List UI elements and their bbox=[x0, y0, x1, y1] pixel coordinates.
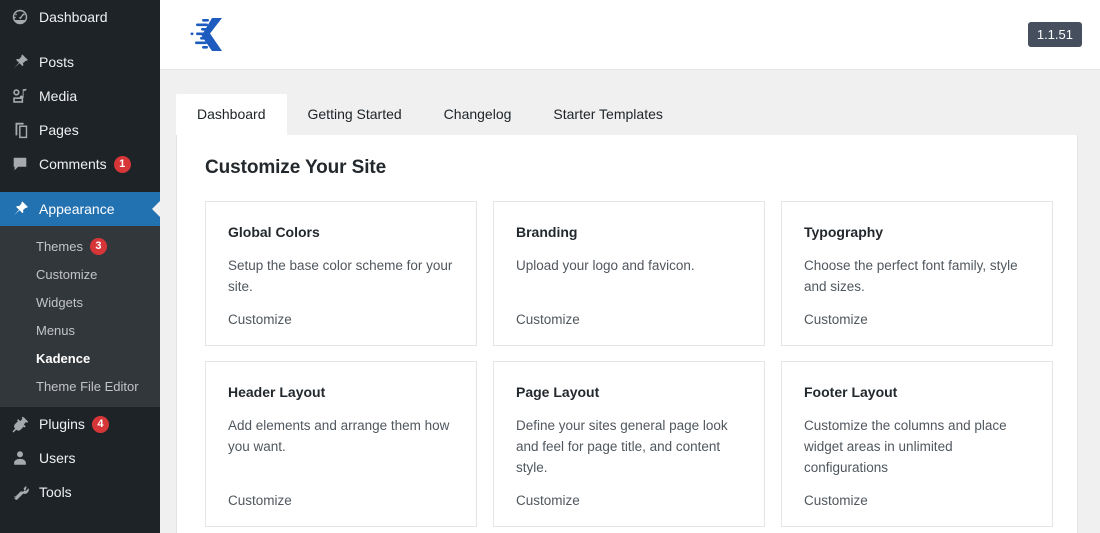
sidebar-divider bbox=[0, 181, 160, 192]
card-page-layout: Page Layout Define your sites general pa… bbox=[493, 360, 765, 527]
card-customize-link[interactable]: Customize bbox=[516, 312, 580, 327]
admin-sidebar: Dashboard Posts Media Pages Comments 1 A… bbox=[0, 0, 160, 533]
card-description: Upload your logo and favicon. bbox=[516, 258, 695, 273]
card-description: Setup the base color scheme for your sit… bbox=[228, 258, 453, 294]
submenu-item-themes[interactable]: Themes 3 bbox=[0, 232, 160, 260]
themes-count-badge: 3 bbox=[89, 237, 107, 255]
pin-icon bbox=[10, 52, 30, 72]
plugins-count-badge: 4 bbox=[91, 415, 109, 433]
submenu-item-label: Theme File Editor bbox=[36, 378, 139, 394]
submenu-item-label: Kadence bbox=[36, 350, 91, 366]
card-title: Global Colors bbox=[228, 224, 320, 240]
comment-icon bbox=[10, 154, 30, 174]
card-customize-link[interactable]: Customize bbox=[228, 312, 292, 327]
card-footer-layout: Footer Layout Customize the columns and … bbox=[781, 360, 1053, 527]
card-title: Header Layout bbox=[228, 383, 326, 400]
version-badge: 1.1.51 bbox=[1027, 22, 1082, 47]
sidebar-item-label: Users bbox=[39, 450, 76, 466]
sidebar-item-plugins[interactable]: Plugins 4 bbox=[0, 407, 160, 441]
comments-count-badge: 1 bbox=[113, 155, 131, 173]
sidebar-item-appearance[interactable]: Appearance bbox=[0, 192, 160, 226]
appearance-icon bbox=[10, 199, 30, 219]
sidebar-divider bbox=[0, 34, 160, 45]
card-description: Choose the perfect font family, style an… bbox=[804, 258, 1018, 294]
card-global-colors: Global Colors Setup the base color schem… bbox=[205, 201, 477, 346]
submenu-item-theme-file-editor[interactable]: Theme File Editor bbox=[0, 372, 160, 400]
users-icon bbox=[10, 448, 30, 468]
page-title: Customize Your Site bbox=[205, 157, 387, 178]
sidebar-item-label: Dashboard bbox=[39, 9, 108, 25]
kadence-header: 1.1.51 bbox=[160, 0, 1100, 70]
submenu-item-label: Themes bbox=[36, 238, 83, 254]
card-customize-link[interactable]: Customize bbox=[516, 493, 580, 508]
admin-screen: Dashboard Posts Media Pages Comments 1 A… bbox=[0, 0, 1100, 533]
sidebar-item-label: Pages bbox=[39, 122, 79, 138]
tab-dashboard[interactable]: Dashboard bbox=[176, 94, 287, 135]
sidebar-item-label: Plugins bbox=[39, 416, 85, 432]
submenu-item-widgets[interactable]: Widgets bbox=[0, 288, 160, 316]
card-description: Define your sites general page look and … bbox=[516, 417, 728, 475]
submenu-item-label: Widgets bbox=[36, 294, 83, 310]
submenu-item-label: Customize bbox=[36, 266, 98, 282]
card-customize-link[interactable]: Customize bbox=[804, 312, 868, 327]
card-typography: Typography Choose the perfect font famil… bbox=[781, 201, 1053, 346]
dashboard-icon bbox=[10, 7, 30, 27]
tools-icon bbox=[10, 482, 30, 502]
sidebar-item-tools[interactable]: Tools bbox=[0, 475, 160, 509]
tab-starter-templates[interactable]: Starter Templates bbox=[532, 94, 683, 135]
sidebar-item-dashboard[interactable]: Dashboard bbox=[0, 0, 160, 34]
sidebar-item-label: Comments bbox=[39, 156, 107, 172]
card-description: Add elements and arrange them how you wa… bbox=[228, 417, 450, 454]
sidebar-item-pages[interactable]: Pages bbox=[0, 113, 160, 147]
kadence-logo-icon bbox=[188, 14, 234, 56]
submenu-item-label: Menus bbox=[36, 322, 76, 338]
media-icon bbox=[10, 86, 30, 106]
sidebar-item-label: Media bbox=[39, 88, 78, 104]
tab-changelog[interactable]: Changelog bbox=[423, 94, 533, 135]
card-title: Page Layout bbox=[516, 383, 600, 400]
card-branding: Branding Upload your logo and favicon. C… bbox=[493, 201, 765, 346]
card-customize-link[interactable]: Customize bbox=[804, 493, 868, 508]
plugin-icon bbox=[10, 414, 30, 434]
tab-getting-started[interactable]: Getting Started bbox=[287, 94, 423, 135]
card-title: Footer Layout bbox=[804, 383, 898, 400]
sidebar-item-label: Tools bbox=[39, 484, 72, 500]
card-customize-link[interactable]: Customize bbox=[228, 493, 292, 508]
sidebar-item-media[interactable]: Media bbox=[0, 79, 160, 113]
sidebar-item-users[interactable]: Users bbox=[0, 441, 160, 475]
sidebar-item-label: Appearance bbox=[39, 201, 115, 217]
submenu-item-kadence[interactable]: Kadence bbox=[0, 344, 160, 372]
card-title: Typography bbox=[804, 224, 884, 240]
pages-icon bbox=[10, 120, 30, 140]
submenu-item-customize[interactable]: Customize bbox=[0, 260, 160, 288]
main-content: 1.1.51 Dashboard Getting Started Changel… bbox=[160, 0, 1100, 533]
dashboard-panel: Customize Your Site Global Colors Setup … bbox=[176, 135, 1078, 533]
customize-card-grid: Global Colors Setup the base color schem… bbox=[205, 201, 1053, 527]
sidebar-item-posts[interactable]: Posts bbox=[0, 45, 160, 79]
tab-bar: Dashboard Getting Started Changelog Star… bbox=[160, 70, 1100, 135]
card-description: Customize the columns and place widget a… bbox=[804, 417, 1007, 475]
appearance-submenu: Themes 3 Customize Widgets Menus Kadence… bbox=[0, 226, 160, 407]
sidebar-item-label: Posts bbox=[39, 54, 75, 70]
card-title: Branding bbox=[516, 224, 578, 240]
card-header-layout: Header Layout Add elements and arrange t… bbox=[205, 360, 477, 527]
sidebar-item-comments[interactable]: Comments 1 bbox=[0, 147, 160, 181]
submenu-item-menus[interactable]: Menus bbox=[0, 316, 160, 344]
